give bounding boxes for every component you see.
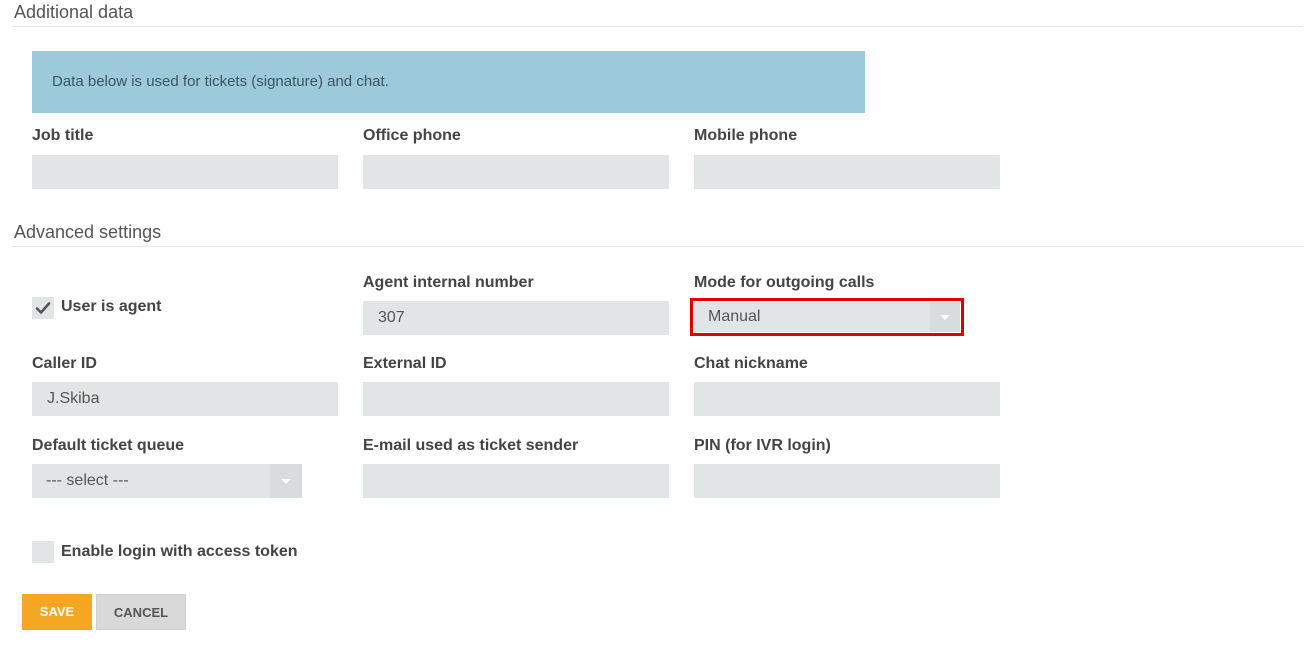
section-title-additional-data: Additional data [14, 2, 134, 22]
default-ticket-queue-select[interactable]: --- select --- [32, 464, 302, 498]
external-id-input[interactable] [363, 382, 669, 416]
cancel-button[interactable]: CANCEL [96, 594, 186, 630]
save-button[interactable]: SAVE [22, 594, 92, 630]
pin-ivr-label: PIN (for IVR login) [694, 437, 831, 454]
caller-id-input[interactable] [32, 382, 338, 416]
email-ticket-sender-label: E-mail used as ticket sender [363, 437, 579, 454]
agent-internal-number-label: Agent internal number [363, 274, 534, 291]
mobile-phone-input[interactable] [694, 155, 1000, 189]
dropdown-arrow[interactable] [270, 464, 302, 498]
job-title-input[interactable] [32, 155, 338, 189]
enable-login-token-checkbox[interactable] [32, 541, 54, 563]
section-title-advanced-settings: Advanced settings [14, 222, 162, 242]
email-ticket-sender-input[interactable] [363, 464, 669, 498]
caller-id-label: Caller ID [32, 355, 97, 372]
mode-outgoing-calls-select[interactable]: Manual [694, 302, 960, 332]
chevron-down-icon [940, 314, 950, 320]
info-banner: Data below is used for tickets (signatur… [32, 51, 865, 113]
pin-ivr-input[interactable] [694, 464, 1000, 498]
default-ticket-queue-label: Default ticket queue [32, 437, 185, 454]
user-is-agent-checkbox[interactable] [32, 297, 54, 319]
user-is-agent-label[interactable]: User is agent [61, 298, 161, 316]
office-phone-input[interactable] [363, 155, 669, 189]
dropdown-arrow[interactable] [930, 302, 960, 332]
office-phone-label: Office phone [363, 127, 461, 144]
section-divider [12, 246, 1303, 247]
default-ticket-queue-value: --- select --- [46, 472, 129, 489]
job-title-label: Job title [32, 127, 94, 144]
chat-nickname-input[interactable] [694, 382, 1000, 416]
external-id-label: External ID [363, 355, 447, 372]
enable-login-token-label[interactable]: Enable login with access token [61, 543, 298, 561]
mode-outgoing-calls-label: Mode for outgoing calls [694, 274, 875, 291]
chevron-down-icon [281, 478, 291, 484]
mode-outgoing-calls-value: Manual [708, 308, 761, 325]
mobile-phone-label: Mobile phone [694, 127, 798, 144]
checkmark-icon [35, 302, 51, 314]
chat-nickname-label: Chat nickname [694, 355, 808, 372]
section-divider [12, 26, 1303, 27]
agent-internal-number-input[interactable] [363, 301, 669, 335]
